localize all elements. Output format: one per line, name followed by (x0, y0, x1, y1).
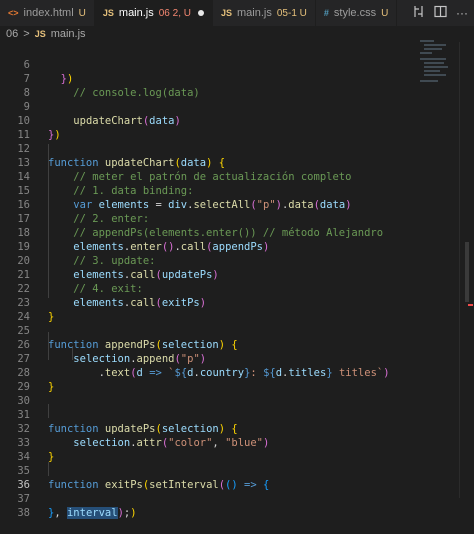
code-line[interactable]: 17 // appendPs(elements.enter()) // méto… (0, 198, 440, 239)
css-file-icon: # (323, 8, 329, 18)
code-line[interactable]: 37 }, interval);) (0, 478, 440, 519)
editor-actions: ··· (412, 0, 468, 26)
minimap-line (420, 58, 446, 60)
tab-status: 06 2, U (158, 7, 191, 19)
compare-changes-icon[interactable] (412, 5, 425, 21)
minimap-line (420, 80, 438, 82)
code-line[interactable]: 31 function updatePs(selection) { (0, 394, 440, 435)
unsaved-dot-icon[interactable] (198, 10, 204, 16)
tab-label: main.js (237, 7, 272, 19)
code-line[interactable]: 19 // 3. update: (0, 226, 440, 267)
code-line[interactable]: 20 elements.call(updatePs) (0, 240, 440, 281)
line-number: 38 (17, 507, 30, 519)
code-line[interactable]: 7 // console.log(data) (0, 58, 440, 99)
code-line[interactable]: 9 updateChart(data) (0, 86, 440, 127)
code-line[interactable]: 32 selection.attr("color", "blue") (0, 408, 440, 449)
minimap-line (424, 70, 440, 72)
breadcrumb-separator: > (23, 28, 30, 40)
code-line[interactable]: 16 // 2. enter: (0, 184, 440, 225)
html-file-icon: <> (8, 8, 19, 18)
tab-main-js-05[interactable]: JS main.js 05-1 U (213, 0, 316, 26)
tab-status: U (381, 7, 389, 19)
code-line[interactable]: 15 var elements = div.selectAll("p").dat… (0, 170, 440, 211)
more-actions-icon[interactable]: ··· (456, 6, 468, 20)
code-line[interactable]: 14 // 1. data binding: (0, 156, 440, 197)
tab-status: 05-1 U (276, 7, 307, 19)
code-line[interactable]: 22 elements.call(exitPs) (0, 268, 440, 309)
breadcrumb: 06 > JS main.js (0, 26, 474, 42)
code-line[interactable]: 18 elements.enter().call(appendPs) (0, 212, 440, 253)
code-line[interactable]: 21 // 4. exit: (0, 254, 440, 295)
code-line[interactable]: 10 }) (0, 100, 440, 141)
editor-tab-bar: <> index.html U JS main.js 06 2, U JS ma… (0, 0, 474, 26)
scrollbar-thumb[interactable] (465, 242, 469, 302)
code-line[interactable]: 26 selection.append("p") (0, 324, 440, 365)
code-line[interactable]: 27 .text(d => `${d.country}: ${d.titles}… (0, 338, 440, 379)
minimap-line (420, 40, 434, 42)
vertical-scrollbar[interactable] (459, 42, 474, 498)
tab-label: index.html (23, 7, 74, 19)
code-line[interactable]: 33 } (0, 422, 440, 463)
code-line[interactable]: 25 function appendPs(selection) { (0, 310, 440, 351)
tab-main-js-06[interactable]: JS main.js 06 2, U (94, 0, 213, 26)
breadcrumb-folder[interactable]: 06 (6, 28, 18, 40)
code-line[interactable]: 8 (0, 72, 440, 99)
minimap-line (424, 66, 448, 68)
code-line[interactable]: 6 }) (0, 44, 440, 85)
tab-status: U (78, 7, 86, 19)
code-line[interactable]: 34 (0, 436, 440, 463)
code-line[interactable]: 11 (0, 114, 440, 141)
code-line[interactable]: 23 } (0, 282, 440, 323)
code-line[interactable]: 13 // meter el patrón de actualización c… (0, 142, 440, 183)
code-line[interactable]: 12 function updateChart(data) { (0, 128, 440, 169)
minimap-line (420, 52, 432, 54)
code-line[interactable]: 29 (0, 366, 440, 393)
tab-label: main.js (118, 7, 154, 19)
tab-label: style.css (333, 7, 377, 19)
minimap-line (424, 44, 446, 46)
line-code: }, interval);) (48, 507, 137, 519)
tab-style-css[interactable]: # style.css U (316, 0, 398, 26)
code-line[interactable]: 36 (0, 464, 440, 491)
code-line[interactable]: 24 (0, 296, 440, 323)
breadcrumb-file[interactable]: main.js (51, 28, 86, 40)
minimap-line (424, 62, 444, 64)
minimap-line (424, 48, 442, 50)
code-line[interactable]: 28 } (0, 352, 440, 393)
tab-index-html[interactable]: <> index.html U (0, 0, 95, 26)
js-file-icon: JS (102, 8, 114, 18)
split-editor-icon[interactable] (434, 5, 447, 21)
code-editor[interactable]: 6 }) 7 // console.log(data) 8 9 updateCh… (0, 42, 474, 519)
minimap-line (424, 74, 446, 76)
code-line[interactable]: 35 function exitPs(setInterval(() => { (0, 450, 440, 491)
js-file-icon: JS (221, 8, 233, 18)
code-line[interactable]: 30 (0, 380, 440, 407)
code-line[interactable]: 38 (0, 492, 440, 519)
js-file-icon: JS (34, 29, 46, 39)
error-marker (468, 304, 473, 306)
minimap[interactable] (418, 40, 454, 86)
